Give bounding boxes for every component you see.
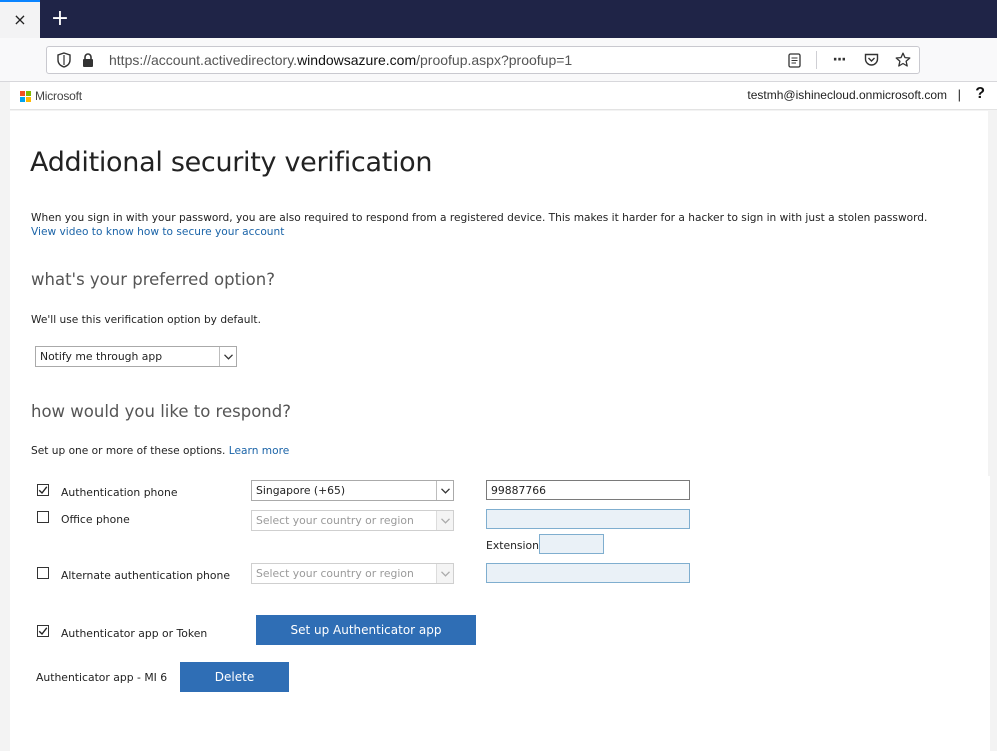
- office-phone-country-select[interactable]: Select your country or region: [251, 510, 454, 531]
- alt-phone-label: Alternate authentication phone: [61, 569, 230, 582]
- auth-phone-label: Authentication phone: [61, 486, 178, 499]
- url-bar[interactable]: https://account.activedirectory.windowsa…: [46, 46, 920, 74]
- alt-phone-country-select[interactable]: Select your country or region: [251, 563, 454, 584]
- header-separator: |: [957, 87, 961, 102]
- preferred-option-heading: what's your preferred option?: [31, 270, 275, 289]
- chevron-down-icon: [436, 511, 453, 530]
- auth-app-label: Authenticator app or Token: [61, 627, 208, 640]
- page-description: When you sign in with your password, you…: [31, 211, 961, 239]
- auth-phone-checkbox[interactable]: [37, 484, 49, 496]
- brand-name: Microsoft: [35, 89, 82, 103]
- extension-label: Extension: [486, 539, 540, 552]
- url-prefix: https://account.activedirectory.: [109, 52, 298, 68]
- reader-view-icon[interactable]: [784, 50, 804, 70]
- auth-app-checkbox[interactable]: [37, 625, 49, 637]
- logo-square-blue: [20, 97, 25, 102]
- new-tab-icon[interactable]: +: [48, 5, 72, 31]
- office-phone-country-placeholder: Select your country or region: [256, 514, 414, 527]
- site-header: Microsoft testmh@ishinecloud.onmicrosoft…: [10, 82, 997, 110]
- setup-authenticator-button[interactable]: Set up Authenticator app: [256, 615, 476, 645]
- url-domain: windowsazure.com: [297, 52, 417, 68]
- more-actions-icon[interactable]: ···: [829, 50, 849, 70]
- microsoft-logo-icon: [20, 91, 32, 103]
- url-divider: [816, 51, 817, 69]
- preferred-option-description: We'll use this verification option by de…: [31, 314, 261, 326]
- office-phone-number-input[interactable]: [486, 509, 690, 529]
- device-label: Authenticator app - MI 6: [36, 671, 168, 684]
- chevron-down-icon: [436, 564, 453, 583]
- browser-tab[interactable]: ×: [0, 0, 40, 38]
- bookmark-star-icon[interactable]: [893, 50, 913, 70]
- lock-icon[interactable]: [77, 49, 99, 71]
- video-link[interactable]: View video to know how to secure your ac…: [31, 226, 284, 238]
- tab-close-icon[interactable]: ×: [13, 12, 26, 28]
- respond-heading: how would you like to respond?: [31, 402, 291, 421]
- office-phone-label: Office phone: [61, 513, 130, 526]
- respond-description-text: Set up one or more of these options.: [31, 445, 226, 457]
- preferred-option-select[interactable]: Notify me through app: [35, 346, 237, 367]
- auth-phone-country-select[interactable]: Singapore (+65): [251, 480, 454, 501]
- respond-description: Set up one or more of these options. Lea…: [31, 445, 289, 457]
- browser-tab-strip: × +: [0, 0, 997, 38]
- auth-phone-country-value: Singapore (+65): [256, 484, 346, 497]
- url-actions: ···: [784, 47, 913, 73]
- preferred-option-value: Notify me through app: [40, 350, 163, 363]
- page-title: Additional security verification: [30, 147, 433, 178]
- chevron-down-icon: [436, 481, 453, 500]
- account-email[interactable]: testmh@ishinecloud.onmicrosoft.com: [747, 88, 947, 102]
- alt-phone-number-input[interactable]: [486, 563, 690, 583]
- alt-phone-checkbox[interactable]: [37, 567, 49, 579]
- help-icon[interactable]: ?: [975, 85, 985, 103]
- logo-square-yellow: [26, 97, 31, 102]
- extension-input[interactable]: [539, 534, 604, 554]
- description-text: When you sign in with your password, you…: [31, 212, 928, 224]
- auth-phone-number-input[interactable]: 99887766: [486, 480, 690, 500]
- pocket-icon[interactable]: [861, 50, 881, 70]
- delete-device-button[interactable]: Delete: [180, 662, 289, 692]
- checkmark-icon: [38, 486, 48, 495]
- logo-square-red: [20, 91, 25, 96]
- office-phone-checkbox[interactable]: [37, 511, 49, 523]
- learn-more-link[interactable]: Learn more: [229, 445, 289, 457]
- logo-square-green: [26, 91, 31, 96]
- shield-icon[interactable]: [53, 49, 75, 71]
- chevron-down-icon: [219, 347, 236, 366]
- browser-nav-bar: https://account.activedirectory.windowsa…: [0, 38, 997, 82]
- url-suffix: /proofup.aspx?proofup=1: [416, 52, 573, 68]
- url-text[interactable]: https://account.activedirectory.windowsa…: [109, 52, 572, 68]
- alt-phone-country-placeholder: Select your country or region: [256, 567, 414, 580]
- checkmark-icon: [38, 627, 48, 636]
